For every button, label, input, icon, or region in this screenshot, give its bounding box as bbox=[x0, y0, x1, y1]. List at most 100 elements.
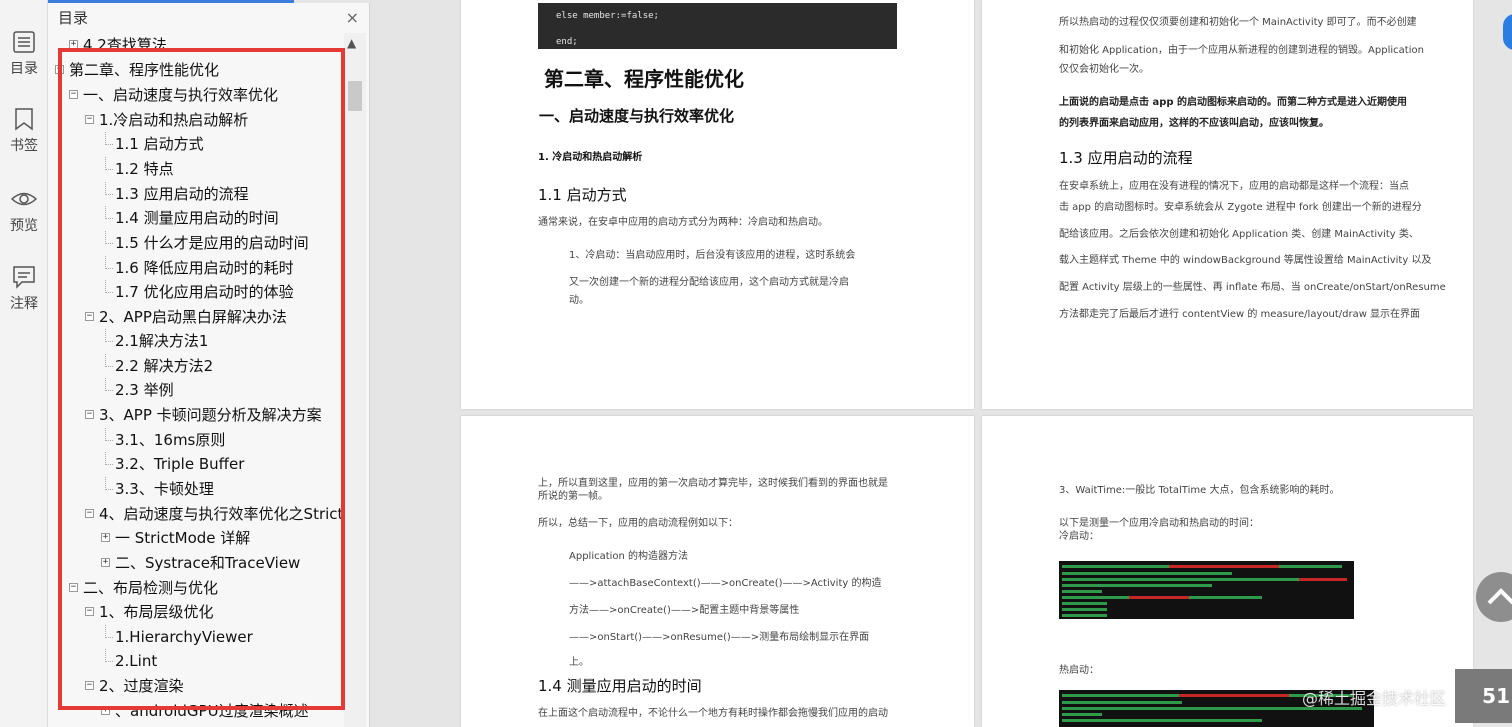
rail-bookmark-label: 书签 bbox=[10, 138, 38, 154]
toc-item[interactable]: 4.2查找算法 bbox=[83, 33, 342, 57]
paragraph-line: 所说的第一帧。 bbox=[538, 491, 608, 502]
flow-line: 方法——>onCreate()——>配置主题中背景等属性 bbox=[569, 605, 800, 616]
toc-item-label: 1.HierarchyViewer bbox=[115, 628, 253, 646]
tree-connector bbox=[105, 464, 113, 465]
comment-icon bbox=[13, 266, 35, 289]
collapse-icon[interactable]: − bbox=[55, 65, 64, 74]
toc-item[interactable]: 2.3 举例 bbox=[115, 378, 342, 402]
toc-item[interactable]: 二、布局检测与优化 bbox=[83, 576, 342, 600]
toc-item[interactable]: 3、APP 卡顿问题分析及解决方案 bbox=[99, 403, 342, 427]
expand-icon[interactable]: + bbox=[101, 533, 110, 542]
toc-item[interactable]: 3.3、卡顿处理 bbox=[115, 477, 342, 501]
collapse-icon[interactable]: − bbox=[85, 115, 94, 124]
toc-item[interactable]: 1、布局层级优化 bbox=[99, 600, 342, 624]
rail-toc-button[interactable]: 目录 bbox=[0, 30, 48, 78]
toc-item-label: 2.2 解决方法2 bbox=[115, 357, 214, 375]
code-line: end; bbox=[556, 37, 578, 47]
toc-item[interactable]: 2.Lint bbox=[115, 649, 342, 673]
toc-item-label: 1.冷启动和热启动解析 bbox=[99, 111, 249, 129]
flow-line: Application 的构造器方法 bbox=[569, 551, 689, 562]
bookmark-icon bbox=[15, 108, 33, 131]
collapse-icon[interactable]: − bbox=[85, 312, 94, 321]
toc-item[interactable]: 、androidGPU过度渲染概述 bbox=[115, 699, 342, 723]
toc-item[interactable]: 1.1 启动方式 bbox=[115, 132, 342, 156]
tree-connector bbox=[105, 440, 113, 441]
expand-icon[interactable]: + bbox=[101, 706, 110, 715]
toc-item[interactable]: 3.1、16ms原则 bbox=[115, 428, 342, 452]
toc-item-label: 2.3 举例 bbox=[115, 381, 174, 399]
toc-item[interactable]: 一、启动速度与执行效率优化 bbox=[83, 83, 342, 107]
toc-item[interactable]: 2.1解决方法1 bbox=[115, 329, 342, 353]
scroll-thumb[interactable] bbox=[348, 81, 362, 111]
tree-connector bbox=[105, 268, 113, 269]
toc-item-label: 1.1 启动方式 bbox=[115, 135, 204, 153]
toc-item-label: 二、Systrace和TraceView bbox=[115, 554, 301, 572]
tree-connector bbox=[105, 218, 113, 219]
toc-item[interactable]: 1.3 应用启动的流程 bbox=[115, 182, 342, 206]
toc-item[interactable]: 2.2 解决方法2 bbox=[115, 354, 342, 378]
rail-notes-button[interactable]: 注释 bbox=[0, 265, 48, 313]
toc-item[interactable]: 1.冷启动和热启动解析 bbox=[99, 108, 342, 132]
list-icon bbox=[13, 31, 35, 53]
toc-item[interactable]: 1.4 测量应用启动的时间 bbox=[115, 206, 342, 230]
toc-item-label: 一 StrictMode 详解 bbox=[115, 529, 251, 547]
expand-icon[interactable]: + bbox=[69, 40, 78, 49]
toc-item[interactable]: 1.7 优化应用启动时的体验 bbox=[115, 280, 342, 304]
tree-connector bbox=[105, 169, 113, 170]
collapse-icon[interactable]: − bbox=[85, 509, 94, 518]
toc-item[interactable]: 1.2 特点 bbox=[115, 157, 342, 181]
rail-preview-label: 预览 bbox=[10, 218, 38, 234]
toc-item[interactable]: 2、过度渲染 bbox=[99, 674, 342, 698]
rail-bookmark-button[interactable]: 书签 bbox=[0, 107, 48, 155]
collapse-icon[interactable]: − bbox=[85, 681, 94, 690]
watermark: @稀土掘金技术社区 bbox=[1302, 689, 1447, 708]
toc-item[interactable]: 1.HierarchyViewer bbox=[115, 625, 342, 649]
page-3: 上，所以直到这里，应用的第一次启动才算完毕，这时候我们看到的界面也就是 所说的第… bbox=[461, 416, 974, 727]
scroll-up-icon[interactable]: ▲ bbox=[347, 36, 356, 50]
toc-item[interactable]: 第二章、程序性能优化 bbox=[69, 58, 342, 82]
collapse-icon[interactable]: − bbox=[85, 410, 94, 419]
toc-item-label: 1.7 优化应用启动时的体验 bbox=[115, 283, 294, 301]
rail-preview-button[interactable]: 预览 bbox=[0, 187, 48, 235]
toc-item[interactable]: 二、Systrace和TraceView bbox=[115, 551, 342, 575]
close-icon[interactable]: × bbox=[346, 3, 359, 33]
toc-scrollbar[interactable]: ▲ bbox=[344, 33, 366, 727]
heading-1-3: 1.3 应用启动的流程 bbox=[1059, 149, 1193, 167]
tree-connector bbox=[105, 144, 113, 145]
paragraph-line: 以下是测量一个应用冷启动和热启动的时间： bbox=[1059, 518, 1259, 529]
code-line: else member:=false; bbox=[556, 11, 659, 21]
section-title: 一、启动速度与执行效率优化 bbox=[539, 107, 735, 125]
collapse-icon[interactable]: − bbox=[85, 607, 94, 616]
toc-item-label: 、androidGPU过度渲染概述 bbox=[115, 702, 309, 720]
collapse-icon[interactable]: − bbox=[69, 583, 78, 592]
toc-item[interactable]: 1.5 什么才是应用的启动时间 bbox=[115, 231, 342, 255]
flow-line: 上。 bbox=[569, 657, 589, 668]
collapse-icon[interactable]: − bbox=[69, 90, 78, 99]
toc-item[interactable]: 4、启动速度与执行效率优化之StrictMode bbox=[99, 502, 342, 526]
paragraph-line: 在上面这个启动流程中，不论什么一个地方有耗时操作都会拖慢我们应用的启动 bbox=[538, 708, 888, 719]
scroll-to-top-button[interactable] bbox=[1476, 572, 1512, 622]
bold-line: 上面说的启动是点击 app 的启动图标来启动的。而第二种方式是进入近期使用 bbox=[1059, 97, 1408, 108]
page-1: else member:=false; end; 第二章、程序性能优化 一、启动… bbox=[461, 0, 974, 409]
expand-icon[interactable]: + bbox=[101, 558, 110, 567]
assistant-float-button[interactable] bbox=[1503, 14, 1512, 50]
toc-header: 目录 × bbox=[48, 3, 369, 33]
paragraph: 通常来说，在安卓中应用的启动方式分为两种：冷启动和热启动。 bbox=[538, 217, 828, 228]
paragraph-line: 载入主题样式 Theme 中的 windowBackground 等属性设置给 … bbox=[1059, 255, 1432, 266]
toc-item[interactable]: 一 StrictMode 详解 bbox=[115, 526, 342, 550]
page-number-badge: 51 bbox=[1455, 669, 1512, 723]
toc-item[interactable]: 2、APP启动黑白屏解决办法 bbox=[99, 305, 342, 329]
paragraph-line: 热启动： bbox=[1059, 665, 1099, 676]
toc-item-label: 3、APP 卡顿问题分析及解决方案 bbox=[99, 406, 322, 424]
toc-item[interactable]: 1.6 降低应用启动时的耗时 bbox=[115, 256, 342, 280]
toc-item-label: 1.2 特点 bbox=[115, 160, 174, 178]
toc-item-label: 1.4 测量应用启动的时间 bbox=[115, 209, 279, 227]
toc-item-label: 第二章、程序性能优化 bbox=[69, 61, 220, 79]
tree-connector bbox=[105, 194, 113, 195]
page-4: 3、WaitTime:一般比 TotalTime 大点，包含系统影响的耗时。 以… bbox=[982, 416, 1473, 727]
toc-item[interactable]: 3.2、Triple Buffer bbox=[115, 452, 342, 476]
page-2: 所以热启动的过程仅仅须要创建和初始化一个 MainActivity 即可了。而不… bbox=[982, 0, 1473, 409]
toc-item-label: 1、布局层级优化 bbox=[99, 603, 214, 621]
tree-connector bbox=[105, 489, 113, 490]
paragraph-line: 所以热启动的过程仅仅须要创建和初始化一个 MainActivity 即可了。而不… bbox=[1059, 17, 1417, 28]
